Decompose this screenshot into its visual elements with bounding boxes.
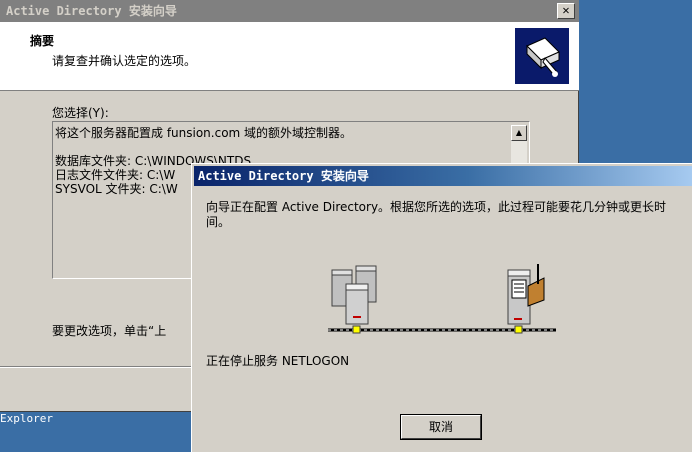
taskbar-label[interactable]: Explorer [0, 412, 53, 425]
status-text: 正在停止服务 NETLOGON [206, 354, 350, 368]
summary-line: 将这个服务器配置成 funsion.com 域的额外域控制器。 [55, 126, 353, 140]
cancel-button[interactable]: 取消 [400, 414, 482, 440]
header-title: 摘要 [30, 34, 55, 48]
progress-message: 向导正在配置 Active Directory。根据您所选的选项，此过程可能要花… [206, 200, 667, 229]
network-animation [322, 264, 562, 340]
close-button[interactable]: ✕ [557, 3, 575, 19]
progress-title: Active Directory 安装向导 [198, 169, 369, 183]
progress-title-bar[interactable]: Active Directory 安装向导 [194, 166, 692, 186]
close-icon: ✕ [562, 3, 570, 17]
wizard-logo-icon [515, 28, 569, 84]
server-cluster-icon [331, 265, 377, 334]
header-subtitle: 请复查并确认选定的选项。 [52, 54, 197, 68]
progress-dialog: Active Directory 安装向导 向导正在配置 Active Dire… [191, 163, 692, 452]
change-instructions: 要更改选项，单击“上 [52, 324, 167, 338]
selection-label: 您选择(Y): [52, 106, 109, 120]
wizard-header: 摘要 请复查并确认选定的选项。 [0, 22, 579, 91]
server-document-icon [507, 264, 545, 334]
scroll-up-icon[interactable]: ▲ [511, 125, 527, 141]
wizard-title-bar[interactable]: Active Directory 安装向导 ✕ [0, 0, 579, 22]
summary-line: SYSVOL 文件夹: C:\W [55, 182, 178, 196]
wizard-title: Active Directory 安装向导 [6, 4, 177, 18]
